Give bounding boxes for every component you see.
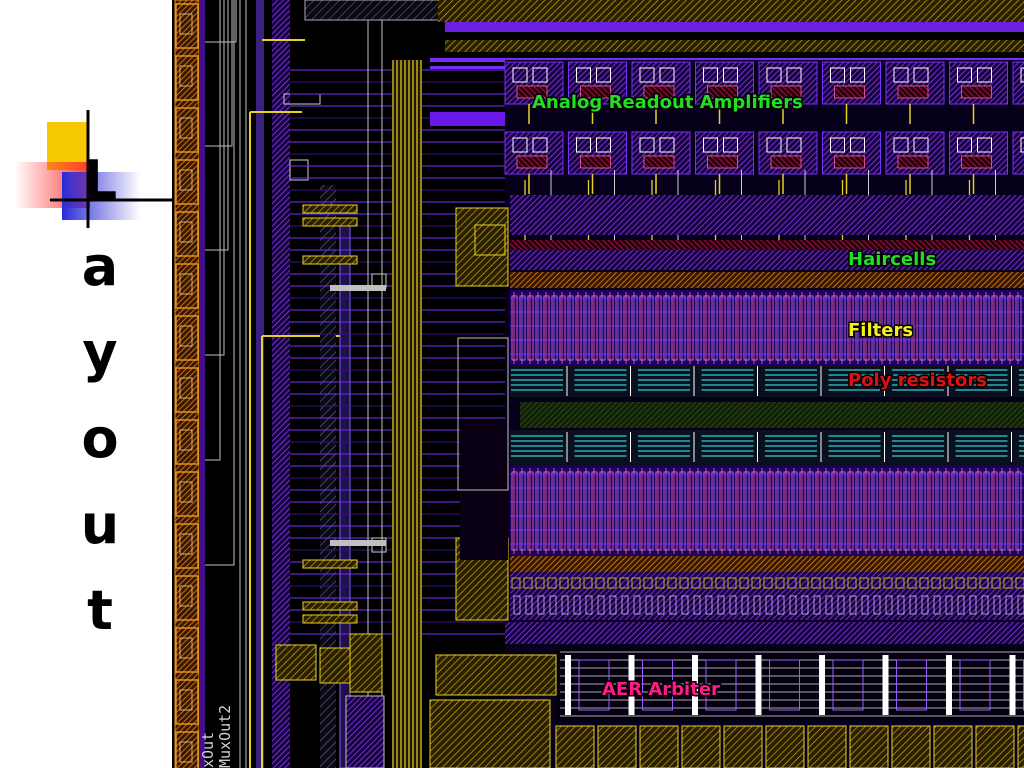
title-letter: t	[87, 579, 113, 642]
side-label-xout: xOut	[199, 732, 217, 768]
label-filters: Filters	[848, 320, 913, 341]
title-letter: a	[81, 235, 119, 298]
bottom-pad-row	[555, 725, 1024, 768]
label-poly-resistors: Poly resistors	[848, 370, 987, 391]
bond-pad-column	[175, 3, 199, 768]
title-letter: u	[80, 493, 120, 556]
title-letter: o	[81, 407, 119, 470]
label-haircells: Haircells	[848, 249, 936, 270]
label-aer-arbiter: AER Arbiter	[602, 679, 720, 700]
title-letter: y	[82, 321, 118, 384]
slide-title: Layout	[50, 138, 150, 654]
vertical-supply-bus	[392, 60, 422, 768]
side-label-muxout2: MuxOut2	[216, 705, 234, 768]
title-letter: L	[82, 149, 118, 212]
label-amplifiers: Analog Readout Amplifiers	[532, 92, 803, 113]
chip-layout: xOut MuxOut2 Analog Readout Amplifiers H…	[172, 0, 1024, 768]
title-column: Layout	[0, 0, 174, 768]
